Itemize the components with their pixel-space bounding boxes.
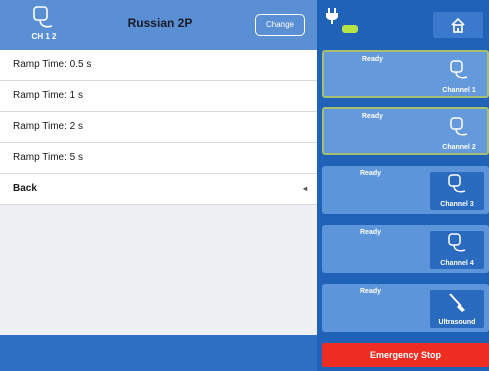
menu-item-label: Ramp Time: 2 s	[13, 121, 84, 132]
channel-status: Ready	[362, 56, 384, 63]
ultrasound-probe-icon	[449, 293, 465, 312]
channel-status: Ready	[360, 229, 382, 236]
channel-card-1[interactable]: Ready Channel 1	[322, 50, 489, 98]
channel-label: Channel 1	[442, 87, 476, 94]
battery-icon	[342, 25, 358, 33]
channel-card-ultrasound[interactable]: Ready Ultrasound	[322, 284, 489, 332]
status-bar	[317, 0, 489, 42]
channel-status: Ready	[360, 288, 382, 295]
channel-card-4[interactable]: Ready Channel 4	[322, 225, 489, 273]
channel-selector[interactable]: CH 1 2	[22, 6, 66, 46]
electrode-icon	[450, 117, 468, 136]
channel-pair-label: CH 1 2	[31, 32, 57, 41]
channel-label: Channel 3	[440, 201, 474, 208]
menu-item-ramp-0-5[interactable]: Ramp Time: 0.5 s	[0, 50, 317, 81]
program-title: Russian 2P	[127, 16, 193, 30]
right-panel: Ready Channel 1 Ready Channel 2 Ready Ch…	[317, 0, 489, 371]
menu-item-label: Ramp Time: 0.5 s	[13, 59, 92, 70]
channel-status: Ready	[362, 113, 384, 120]
home-button[interactable]	[433, 12, 483, 38]
menu-item-back[interactable]: Back ◂	[0, 174, 317, 205]
emergency-stop-button[interactable]: Emergency Stop	[322, 343, 489, 367]
left-footer-bar	[0, 335, 317, 371]
left-panel: CH 1 2 Russian 2P Change Ramp Time: 0.5 …	[0, 0, 317, 371]
home-icon	[451, 17, 465, 33]
channel-status: Ready	[360, 170, 382, 177]
header-bar: CH 1 2 Russian 2P Change	[0, 0, 317, 50]
ramp-time-menu: Ramp Time: 0.5 s Ramp Time: 1 s Ramp Tim…	[0, 50, 317, 205]
channel-label: Ultrasound	[438, 319, 476, 326]
change-button[interactable]: Change	[255, 14, 305, 36]
channel-card-2[interactable]: Ready Channel 2	[322, 107, 489, 155]
electrode-icon	[448, 174, 466, 193]
channel-label: Channel 4	[440, 260, 474, 267]
menu-item-ramp-2[interactable]: Ramp Time: 2 s	[0, 112, 317, 143]
menu-item-label: Ramp Time: 1 s	[13, 90, 84, 101]
electrode-icon	[33, 6, 53, 28]
menu-item-label: Back	[13, 183, 37, 194]
channel-icon-box: Channel 1	[432, 58, 486, 96]
channel-icon-box: Channel 4	[430, 231, 484, 269]
channel-icon-box: Channel 2	[432, 115, 486, 153]
plug-icon	[326, 8, 338, 24]
channel-icon-box: Channel 3	[430, 172, 484, 210]
electrode-icon	[448, 233, 466, 252]
menu-item-ramp-1[interactable]: Ramp Time: 1 s	[0, 81, 317, 112]
menu-item-label: Ramp Time: 5 s	[13, 152, 84, 163]
channel-label: Channel 2	[442, 144, 476, 151]
channel-icon-box: Ultrasound	[430, 290, 484, 328]
electrode-icon	[450, 60, 468, 79]
channel-card-3[interactable]: Ready Channel 3	[322, 166, 489, 214]
menu-item-ramp-5[interactable]: Ramp Time: 5 s	[0, 143, 317, 174]
back-arrow-icon: ◂	[302, 184, 307, 193]
